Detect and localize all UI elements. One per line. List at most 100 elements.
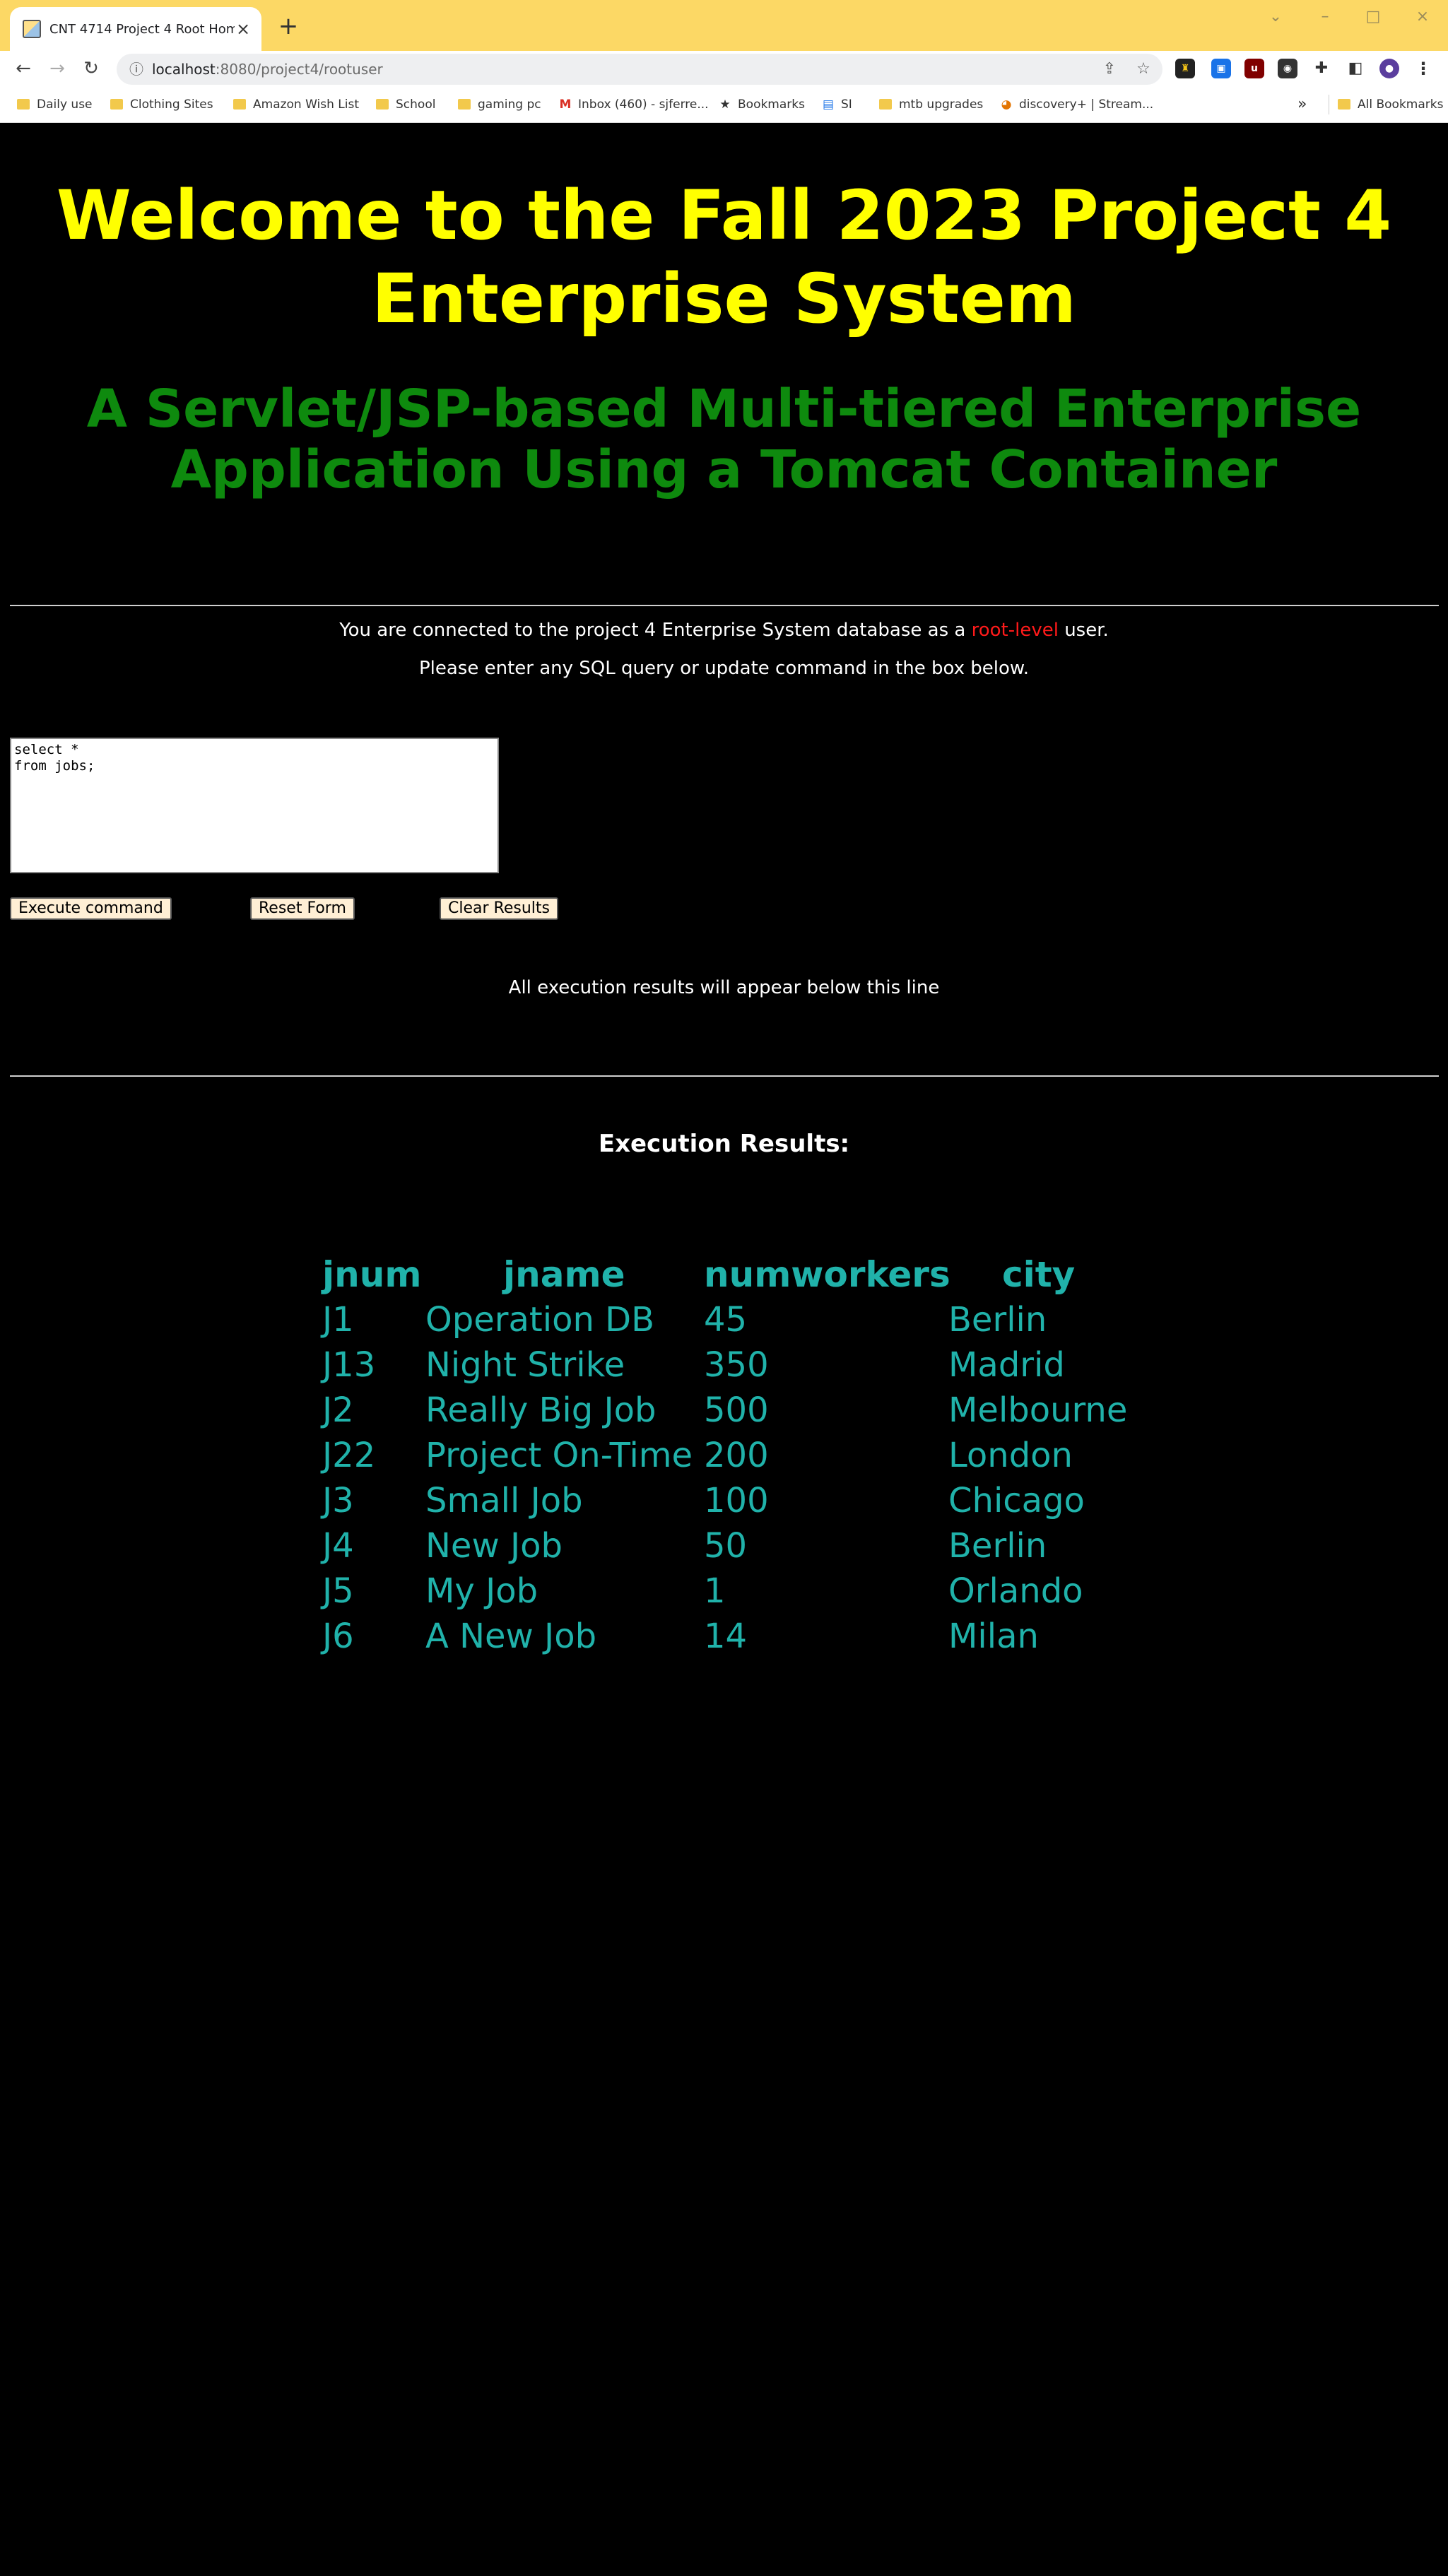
bookmarks-bar: Daily use Clothing Sites Amazon Wish Lis… [0, 86, 1448, 123]
cell-city: Melbourne [948, 1390, 1128, 1430]
bookmark-amazon-wish-list[interactable]: Amazon Wish List [233, 95, 359, 114]
back-icon[interactable]: ← [11, 57, 35, 81]
column-header-numworkers: numworkers [704, 1254, 950, 1295]
cell-city: Milan [948, 1617, 1039, 1656]
site-info-icon[interactable]: ⓘ [128, 61, 145, 78]
folder-icon [110, 99, 123, 110]
discovery-icon: ◕ [1001, 98, 1012, 112]
cell-jname: Small Job [425, 1481, 583, 1520]
folder-icon [17, 99, 30, 110]
bookmark-gaming-pc[interactable]: gaming pc [458, 95, 541, 114]
close-tab-icon[interactable]: × [233, 19, 253, 39]
cell-jname: A New Job [425, 1617, 597, 1656]
cell-jname: Project On-Time [425, 1436, 693, 1475]
browser-toolbar: ← → ↻ ⓘ localhost:8080/project4/rootuser… [0, 51, 1448, 86]
column-header-jname: jname [503, 1254, 625, 1295]
sql-query-input[interactable]: select * from jobs; [10, 738, 499, 873]
cell-city: Berlin [948, 1300, 1047, 1340]
cell-jname: Really Big Job [425, 1390, 657, 1430]
bookmark-discovery[interactable]: ◕ discovery+ | Stream... [999, 95, 1154, 114]
cell-numworkers: 45 [704, 1300, 748, 1340]
results-table: jnum jname numworkers city J1 Operation … [0, 1253, 1448, 1656]
results-note: All execution results will appear below … [508, 977, 940, 998]
page-subtitle: A Servlet/JSP-based Multi-tiered Enterpr… [86, 379, 1362, 500]
bookmark-school[interactable]: School [376, 95, 435, 114]
gmail-icon: M [559, 98, 572, 112]
extension-icon[interactable]: ♜ [1175, 59, 1195, 78]
bookmark-inbox[interactable]: M Inbox (460) - sjferre... [558, 95, 709, 114]
folder-icon [458, 99, 471, 110]
bookmark-clothing-sites[interactable]: Clothing Sites [110, 95, 213, 114]
bookmark-daily-use[interactable]: Daily use [17, 95, 93, 114]
reload-icon[interactable]: ↻ [79, 57, 103, 81]
user-level-badge: root-level [971, 620, 1059, 641]
divider-bottom [10, 1075, 1439, 1077]
cell-jname: My Job [425, 1571, 538, 1611]
cell-jnum: J5 [322, 1571, 354, 1611]
cell-city: London [948, 1436, 1073, 1475]
tab-search-icon[interactable]: ⌄ [1259, 6, 1292, 28]
bookmarks-overflow-icon[interactable]: » [1297, 95, 1307, 114]
menu-kebab-icon[interactable]: ⋮ [1413, 59, 1433, 78]
incognito-extension-icon[interactable]: ◉ [1278, 59, 1297, 78]
cell-jnum: J1 [322, 1300, 354, 1340]
cell-numworkers: 200 [704, 1436, 769, 1475]
favicon-icon [23, 20, 41, 38]
side-panel-icon[interactable]: ◧ [1346, 59, 1365, 78]
ublock-icon[interactable]: u [1244, 59, 1264, 78]
results-title: Execution Results: [598, 1130, 850, 1158]
cell-city: Berlin [948, 1526, 1047, 1566]
star-icon: ★ [719, 98, 731, 112]
address-bar[interactable]: ⓘ localhost:8080/project4/rootuser ⇪ ☆ [117, 54, 1162, 85]
new-tab-icon[interactable]: + [276, 14, 301, 40]
minimize-icon[interactable]: – [1309, 6, 1341, 28]
extensions-puzzle-icon[interactable]: ✚ [1312, 59, 1331, 78]
connection-status: You are connected to the project 4 Enter… [0, 618, 1448, 643]
connection-prefix: You are connected to the project 4 Enter… [339, 620, 966, 641]
bookmark-bookmarks[interactable]: ★ Bookmarks [718, 95, 805, 114]
cell-jnum: J2 [322, 1390, 354, 1430]
bookmark-si[interactable]: ▤ SI [821, 95, 852, 114]
folder-icon [233, 99, 246, 110]
execute-command-button[interactable]: Execute command [10, 897, 172, 920]
cell-jnum: J4 [322, 1526, 354, 1566]
clear-results-button[interactable]: Clear Results [440, 897, 558, 920]
maximize-icon[interactable]: □ [1357, 6, 1389, 28]
cell-city: Orlando [948, 1571, 1083, 1611]
cell-jname: New Job [425, 1526, 563, 1566]
divider-top [10, 605, 1439, 606]
cell-numworkers: 100 [704, 1481, 769, 1520]
cell-numworkers: 350 [704, 1345, 769, 1385]
folder-icon [1338, 99, 1350, 110]
cell-jnum: J3 [322, 1481, 354, 1520]
window-close-icon[interactable]: × [1406, 6, 1439, 28]
cell-city: Chicago [948, 1481, 1085, 1520]
cell-numworkers: 14 [704, 1617, 748, 1656]
forward-icon[interactable]: → [45, 57, 69, 81]
folder-icon [376, 99, 389, 110]
bookmark-all-bookmarks[interactable]: All Bookmarks [1329, 95, 1443, 114]
column-header-city: city [1002, 1254, 1076, 1295]
folder-icon [879, 99, 892, 110]
page-content: Welcome to the Fall 2023 Project 4 Enter… [0, 123, 1448, 2576]
cell-numworkers: 500 [704, 1390, 769, 1430]
cell-jnum: J22 [322, 1436, 376, 1475]
bookmark-mtb-upgrades[interactable]: mtb upgrades [879, 95, 983, 114]
instructions-text: Please enter any SQL query or update com… [418, 658, 1030, 679]
extension-blue-icon[interactable]: ▣ [1211, 59, 1231, 78]
cell-jname: Night Strike [425, 1345, 625, 1385]
reset-form-button[interactable]: Reset Form [250, 897, 355, 920]
cell-city: Madrid [948, 1345, 1065, 1385]
connection-suffix: user. [1064, 620, 1109, 641]
tab-title: CNT 4714 Project 4 Root Home [49, 22, 235, 37]
share-icon[interactable]: ⇪ [1099, 59, 1120, 79]
browser-tab-active[interactable]: CNT 4714 Project 4 Root Home × [10, 7, 261, 51]
cell-jname: Operation DB [425, 1300, 655, 1340]
profile-avatar[interactable]: ● [1379, 59, 1399, 78]
cell-numworkers: 50 [704, 1526, 748, 1566]
column-header-jnum: jnum [322, 1254, 422, 1295]
cell-jnum: J13 [322, 1345, 376, 1385]
bookmark-star-icon[interactable]: ☆ [1133, 59, 1154, 79]
url-text: localhost:8080/project4/rootuser [152, 61, 383, 78]
cell-numworkers: 1 [704, 1571, 726, 1611]
